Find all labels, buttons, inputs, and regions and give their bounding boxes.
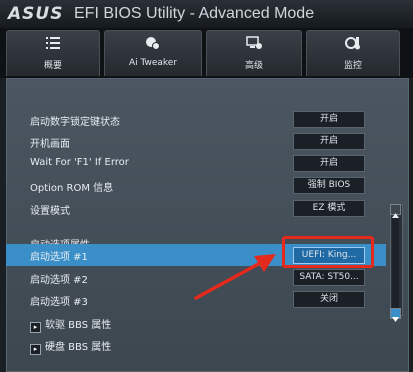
setting-label: 启动数字锁定键状态 — [30, 117, 120, 128]
tab-monitor[interactable]: 监控 — [306, 30, 400, 76]
boot-option-row-2[interactable]: 启动选项 #2 SATA: ST50... — [6, 266, 386, 288]
chevron-right-icon: ▸ — [30, 322, 41, 333]
setting-row-wait-f1[interactable]: Wait For 'F1' If Error 开启 — [6, 152, 386, 174]
boot-option-value-button[interactable]: 关闭 — [293, 291, 365, 308]
asus-logo: ASUS — [8, 4, 64, 24]
scroll-up-button[interactable] — [390, 204, 401, 218]
submenu-floppy-bbs[interactable]: ▸ 软驱 BBS 属性 — [6, 311, 386, 333]
scroll-down-button[interactable] — [390, 308, 401, 322]
setting-row-numlock[interactable]: 启动数字锁定键状态 开启 — [6, 108, 386, 130]
tweaker-icon — [146, 37, 160, 50]
advanced-icon — [246, 36, 262, 49]
tab-overview[interactable]: 概要 — [6, 30, 100, 76]
monitor-icon — [345, 37, 360, 50]
boot-option-label: 启动选项 #3 — [30, 297, 88, 308]
tab-label: Ai Tweaker — [128, 58, 178, 68]
setting-value-button[interactable]: 开启 — [293, 111, 365, 128]
setting-row-option-rom[interactable]: Option ROM 信息 强制 BIOS — [6, 174, 386, 196]
setting-value-button[interactable]: 开启 — [293, 155, 365, 172]
tab-ai-tweaker[interactable]: Ai Tweaker — [104, 30, 202, 76]
tab-bar: 概要 Ai Tweaker 高级 监控 — [0, 28, 413, 78]
setting-value-button[interactable]: 开启 — [293, 133, 365, 150]
boot-option-row-3[interactable]: 启动选项 #3 关闭 — [6, 288, 386, 310]
setting-label: Option ROM 信息 — [30, 183, 114, 194]
setting-label: Wait For 'F1' If Error — [30, 157, 129, 168]
window-title: EFI BIOS Utility - Advanced Mode — [74, 5, 315, 22]
boot-option-label: 启动选项 #1 — [30, 252, 88, 263]
setting-row-setup-mode[interactable]: 设置模式 EZ 模式 — [6, 197, 386, 219]
setting-label: 设置模式 — [30, 206, 70, 217]
chevron-right-icon: ▸ — [30, 344, 41, 355]
scroll-thumb[interactable] — [392, 218, 399, 308]
title-bar: ASUS EFI BIOS Utility - Advanced Mode — [0, 0, 413, 28]
tab-label: 高级 — [244, 61, 263, 71]
tab-label: 监控 — [343, 61, 362, 71]
boot-option-value-button[interactable]: SATA: ST50... — [293, 269, 365, 286]
submenu-label: 软驱 BBS 属性 — [45, 320, 112, 331]
chevron-down-icon — [392, 317, 399, 322]
submenu-label: 硬盘 BBS 属性 — [45, 342, 112, 353]
setting-value-button[interactable]: 强制 BIOS — [293, 177, 365, 194]
list-icon — [46, 37, 60, 49]
setting-row-boot-logo[interactable]: 开机画面 开启 — [6, 130, 386, 152]
highlight-box — [282, 236, 374, 268]
tab-advanced[interactable]: 高级 — [206, 30, 302, 76]
tab-label: 概要 — [43, 61, 62, 71]
submenu-hdd-bbs[interactable]: ▸ 硬盘 BBS 属性 — [6, 333, 386, 355]
setting-value-button[interactable]: EZ 模式 — [293, 200, 365, 217]
setting-label: 开机画面 — [30, 139, 70, 150]
boot-option-label: 启动选项 #2 — [30, 275, 88, 286]
